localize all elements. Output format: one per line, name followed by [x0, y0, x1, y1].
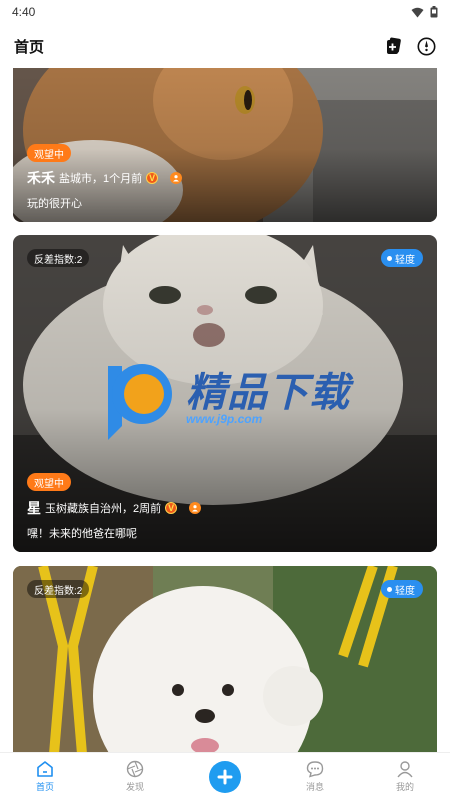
watermark-logo — [108, 364, 172, 440]
tab-label: 首页 — [35, 782, 54, 792]
plus-icon — [217, 769, 233, 784]
contrast-index-chip: 反差指数:2 — [27, 580, 90, 598]
status-icons — [411, 6, 438, 18]
user-badge-icon[interactable] — [170, 172, 183, 184]
chat-icon — [306, 761, 324, 778]
status-bar: 4:40 — [0, 0, 450, 24]
level-chip: 轻度 — [381, 249, 423, 267]
user-name[interactable]: 禾禾 — [27, 168, 55, 188]
compass-icon — [417, 37, 435, 55]
tab-label: 发现 — [125, 782, 144, 792]
top-bar: 首页 — [0, 24, 450, 68]
home-icon — [37, 761, 53, 777]
tab-messages[interactable]: 消息 — [285, 754, 345, 800]
location-time: 盐城市，1个月前 — [59, 173, 143, 185]
post-card[interactable]: 反差指数:2 轻度 — [13, 566, 437, 752]
tab-label: 消息 — [305, 782, 324, 792]
post-description: 玩的很开心 — [27, 198, 82, 210]
add-post-button[interactable] — [384, 36, 404, 56]
post-card[interactable]: 观望中 禾禾 盐城市，1个月前 V 玩的很开心 — [13, 68, 437, 222]
tab-label: 我的 — [395, 782, 414, 792]
level-label: 轻度 — [395, 585, 415, 597]
tab-home[interactable]: 首页 — [15, 754, 75, 800]
status-chip: 观望中 — [27, 473, 71, 491]
dot-icon — [387, 586, 392, 592]
post-description: 嘿！未来的他爸在哪呢 — [27, 528, 137, 540]
bottom-tab-bar: 首页 发现 消息 我的 — [0, 752, 450, 800]
tab-profile[interactable]: 我的 — [375, 754, 435, 800]
level-chip: 轻度 — [381, 580, 423, 598]
create-post-button[interactable] — [209, 760, 241, 793]
page-title: 首页 — [14, 38, 45, 56]
user-name[interactable]: 星 — [27, 498, 41, 518]
contrast-index-chip: 反差指数:2 — [27, 249, 90, 267]
post-feed[interactable]: 观望中 禾禾 盐城市，1个月前 V 玩的很开心 反差指数:2 轻度 观望中 星 … — [0, 68, 450, 752]
vip-badge-icon: V — [146, 172, 159, 184]
watermark: 精品下载 www.j9p.com — [100, 360, 360, 510]
card-plus-icon — [387, 37, 401, 54]
tab-discover[interactable]: 发现 — [105, 754, 165, 800]
battery-icon — [430, 6, 438, 18]
profile-icon — [397, 761, 413, 778]
status-chip: 观望中 — [27, 144, 71, 162]
watermark-url: www.j9p.com — [186, 412, 263, 426]
aperture-icon — [126, 760, 144, 778]
status-time: 4:40 — [12, 5, 36, 19]
dot-icon — [387, 255, 392, 261]
post-meta: 禾禾 盐城市，1个月前 V — [27, 168, 183, 188]
tab-create[interactable] — [195, 754, 255, 800]
wifi-icon — [411, 7, 424, 17]
watermark-text: 精品下载 — [186, 371, 350, 415]
compass-button[interactable] — [416, 36, 436, 56]
level-label: 轻度 — [395, 254, 415, 266]
